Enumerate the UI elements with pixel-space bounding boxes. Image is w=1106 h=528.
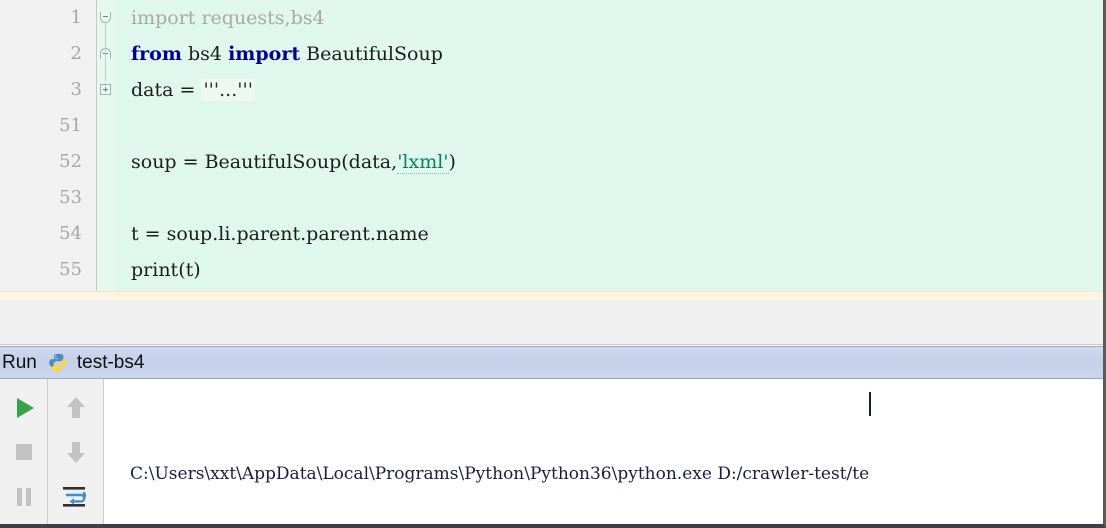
- code-token: soup = BeautifulSoup(data,: [131, 151, 398, 173]
- soft-wrap-icon[interactable]: [58, 480, 94, 514]
- fold-connector: [105, 59, 106, 81]
- console-output[interactable]: C:\Users\xxt\AppData\Local\Programs\Pyth…: [104, 379, 1103, 524]
- line-number: 51: [59, 115, 82, 136]
- code-token: bs4: [181, 43, 229, 65]
- code-token: t = soup.li.parent.parent.name: [131, 223, 429, 245]
- code-text-area[interactable]: import requests,bs4 from bs4 import Beaut…: [114, 0, 1103, 291]
- pycharm-window: 1 2 3 51 52 53 54 55 import requests,bs4 from bs…: [0, 0, 1106, 528]
- fold-expand-icon[interactable]: [100, 84, 111, 95]
- code-token: '''...''': [201, 79, 255, 101]
- code-token: data =: [131, 79, 202, 101]
- code-token: import: [228, 43, 301, 65]
- line-number: 55: [59, 259, 82, 280]
- line-number-gutter: 1 2 3 51 52 53 54 55: [0, 0, 96, 291]
- run-configuration-name[interactable]: test-bs4: [77, 352, 145, 374]
- run-toolbar-right: [48, 379, 104, 524]
- console-command-line: C:\Users\xxt\AppData\Local\Programs\Pyth…: [130, 464, 870, 484]
- line-number: 53: [59, 187, 82, 208]
- run-console: C:\Users\xxt\AppData\Local\Programs\Pyth…: [0, 379, 1103, 524]
- code-token: ): [448, 151, 456, 173]
- code-line[interactable]: soup = BeautifulSoup(data,'lxml'): [114, 144, 1103, 180]
- editor-panel-divider: [0, 300, 1103, 345]
- stop-button[interactable]: [6, 435, 42, 469]
- arrow-down-icon[interactable]: [58, 435, 94, 469]
- code-token: import requests,bs4: [131, 7, 325, 29]
- line-number: 3: [70, 79, 82, 100]
- rerun-button[interactable]: [6, 391, 42, 425]
- code-line[interactable]: data = '''...''': [114, 72, 1103, 108]
- code-line[interactable]: t = soup.li.parent.parent.name: [114, 216, 1103, 252]
- console-caret: [869, 392, 871, 416]
- code-token: from: [131, 43, 182, 65]
- run-tool-window-header[interactable]: Run test-bs4: [0, 346, 1103, 379]
- code-line[interactable]: import requests,bs4: [114, 0, 1103, 36]
- code-token: BeautifulSoup: [300, 43, 443, 65]
- pause-button[interactable]: [6, 480, 42, 514]
- code-token: print(t): [131, 259, 201, 281]
- code-line[interactable]: print(t): [114, 252, 1103, 288]
- code-token: 'lxml': [397, 151, 449, 174]
- editor-bottom-strip: [0, 291, 1103, 300]
- arrow-up-icon[interactable]: [58, 391, 94, 425]
- fold-connector: [105, 23, 106, 59]
- fold-collapse-icon[interactable]: [100, 12, 111, 23]
- line-number: 2: [70, 43, 82, 64]
- line-number: 54: [59, 223, 82, 244]
- run-toolbar-left: [0, 379, 48, 524]
- code-fold-strip[interactable]: [96, 0, 114, 291]
- run-tool-window-title: Run: [2, 351, 37, 373]
- line-number: 52: [59, 151, 82, 172]
- python-icon: [47, 352, 69, 374]
- code-line[interactable]: [114, 180, 1103, 216]
- code-line[interactable]: from bs4 import BeautifulSoup: [114, 36, 1103, 72]
- line-number: 1: [70, 7, 82, 28]
- code-line[interactable]: [114, 108, 1103, 144]
- code-editor[interactable]: 1 2 3 51 52 53 54 55 import requests,bs4 from bs…: [0, 0, 1103, 291]
